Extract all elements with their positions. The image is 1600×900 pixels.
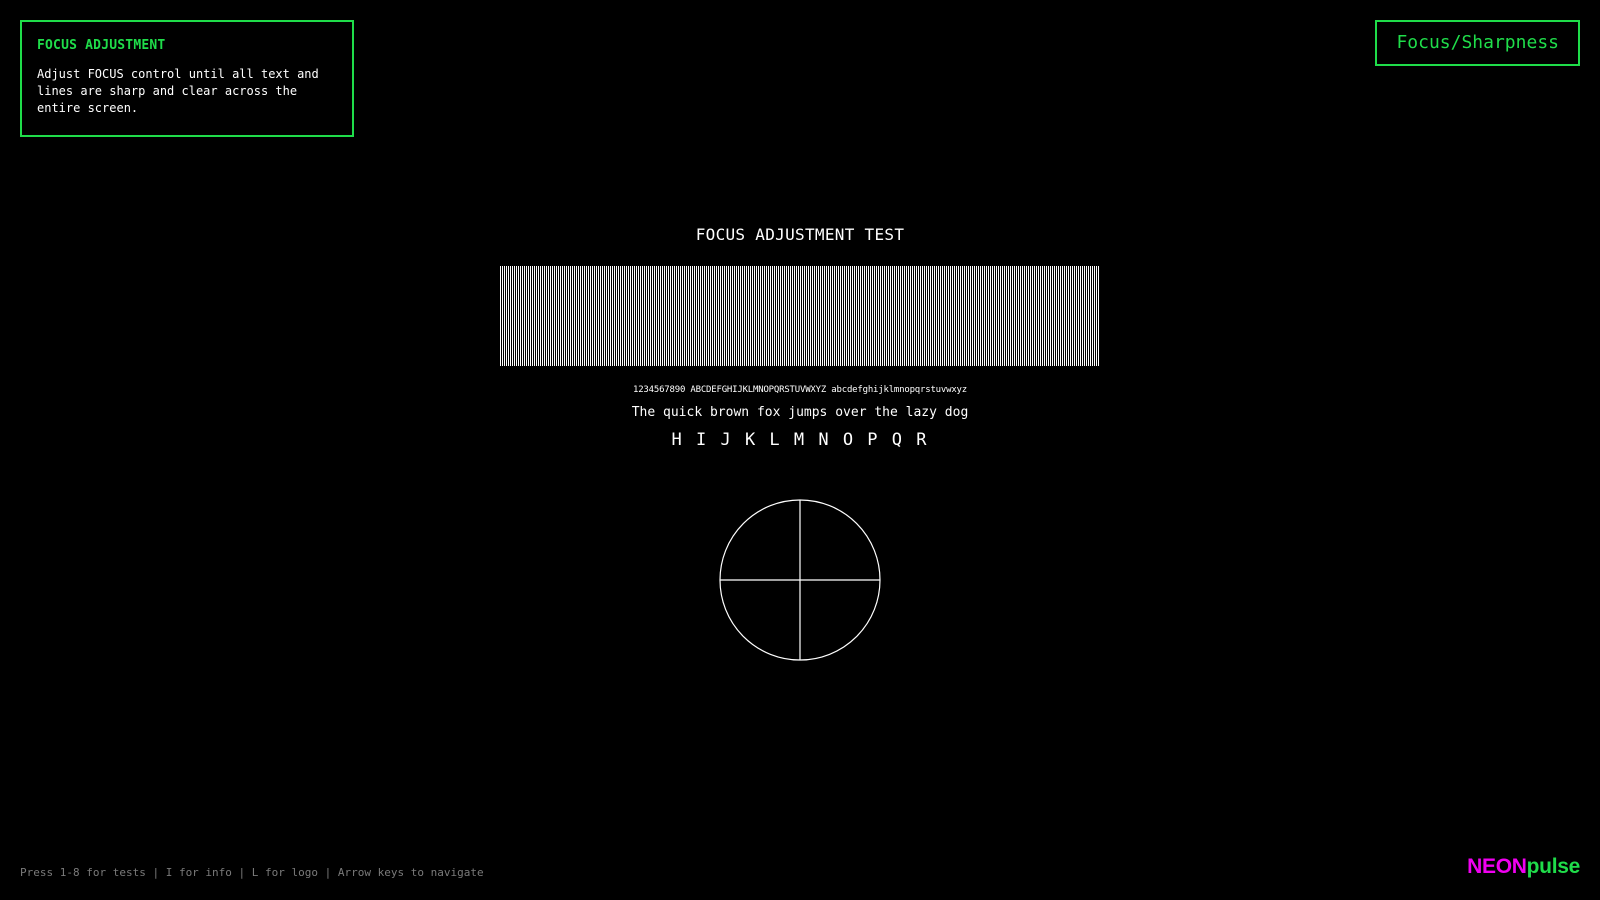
brand-logo: NEONpulse: [1467, 855, 1580, 879]
info-panel-title: FOCUS ADJUSTMENT: [37, 38, 166, 53]
logo-pulse: pulse: [1526, 855, 1581, 878]
focus-line-pattern: [500, 266, 1099, 366]
current-test-badge: Focus/Sharpness: [1375, 20, 1580, 66]
keyboard-help-text: Press 1-8 for tests | I for info | L for…: [20, 866, 484, 879]
info-panel: FOCUS ADJUSTMENT Adjust FOCUS control un…: [20, 20, 354, 137]
info-panel-text: Adjust FOCUS control until all text and …: [37, 66, 319, 115]
large-text-sample: H I J K L M N O P Q R: [671, 430, 929, 450]
logo-neon: NEON: [1467, 855, 1527, 878]
test-title: FOCUS ADJUSTMENT TEST: [695, 225, 905, 244]
small-text-sample: The quick brown fox jumps over the lazy …: [631, 405, 969, 420]
crosshair-circle-icon: [719, 499, 881, 661]
tiny-text-sample: 1234567890 ABCDEFGHIJKLMNOPQRSTUVWXYZ ab…: [633, 385, 967, 395]
